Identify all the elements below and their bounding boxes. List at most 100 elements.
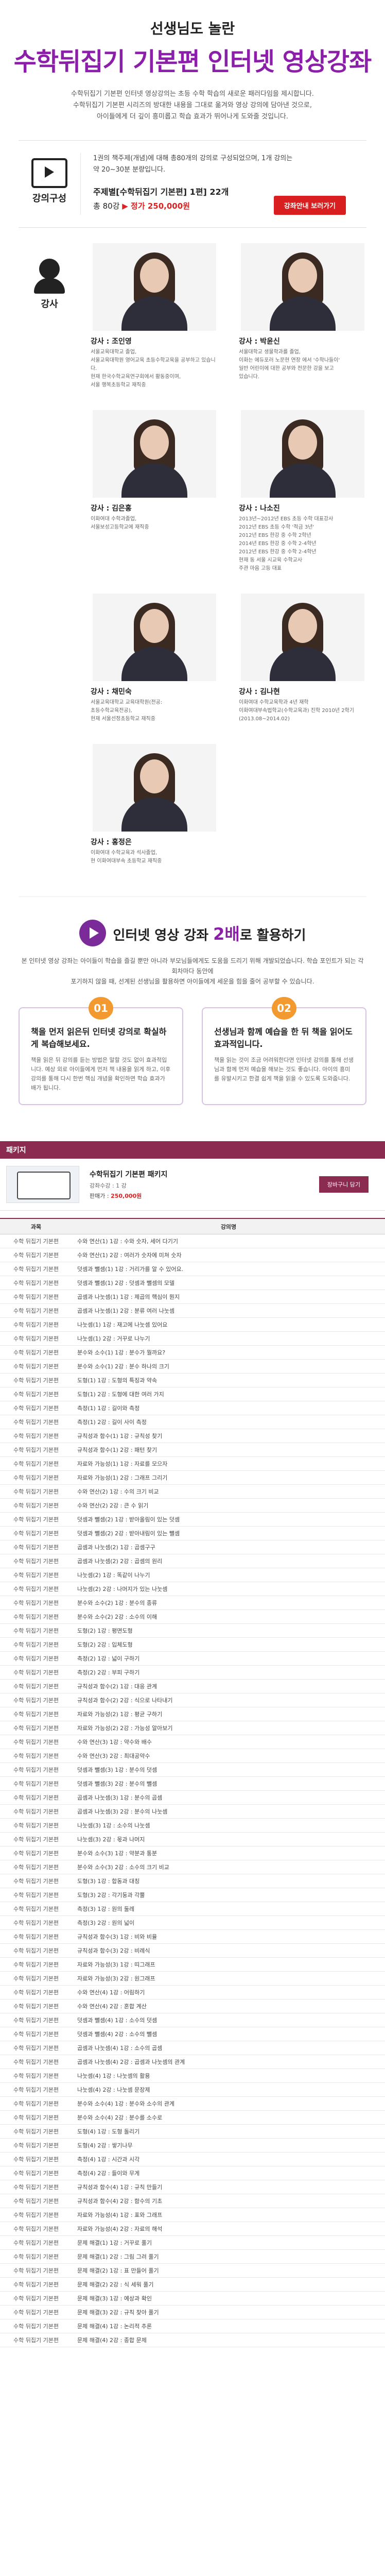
table-row[interactable]: 수학 뒤집기 기본편 측정(3) 1강 : 원의 둘레 [0,1902,385,1916]
table-row[interactable]: 수학 뒤집기 기본편 곱셈과 나눗셈(2) 1강 : 곱셈구구 [0,1540,385,1554]
table-row[interactable]: 수학 뒤집기 기본편 도형(2) 2강 : 입체도형 [0,1637,385,1652]
table-row[interactable]: 수학 뒤집기 기본편 도형(1) 1강 : 도형의 특징과 약속 [0,1373,385,1387]
table-row[interactable]: 수학 뒤집기 기본편 규칙성과 함수(3) 2강 : 비례식 [0,1943,385,1958]
table-row[interactable]: 수학 뒤집기 기본편 수와 연산(3) 2강 : 최대공약수 [0,1749,385,1763]
table-row[interactable]: 수학 뒤집기 기본편 측정(3) 2강 : 원의 넓이 [0,1916,385,1930]
table-row[interactable]: 수학 뒤집기 기본편 자료와 가능성(1) 1강 : 자료를 모으자 [0,1456,385,1471]
table-row[interactable]: 수학 뒤집기 기본편 자료와 가능성(1) 2강 : 그래프 그리기 [0,1470,385,1485]
lecture-subject: 수학 뒤집기 기본편 [0,1916,72,1930]
table-row[interactable]: 수학 뒤집기 기본편 측정(2) 1강 : 넓이 구하기 [0,1651,385,1666]
table-row[interactable]: 수학 뒤집기 기본편 규칙성과 함수(4) 1강 : 규칙 만들기 [0,2180,385,2194]
table-row[interactable]: 수학 뒤집기 기본편 수와 연산(4) 1강 : 어림하기 [0,1985,385,1999]
table-row[interactable]: 수학 뒤집기 기본편 문제 해결(3) 1강 : 예상과 확인 [0,2291,385,2306]
table-row[interactable]: 수학 뒤집기 기본편 도형(4) 2강 : 쌓기나무 [0,2138,385,2153]
table-row[interactable]: 수학 뒤집기 기본편 문제 해결(4) 2강 : 종합 문제 [0,2333,385,2347]
table-row[interactable]: 수학 뒤집기 기본편 나눗셈(1) 2강 : 거꾸로 나누기 [0,1331,385,1346]
table-row[interactable]: 수학 뒤집기 기본편 덧셈과 뺄셈(2) 2강 : 받아내림이 있는 뺄셈 [0,1526,385,1540]
table-row[interactable]: 수학 뒤집기 기본편 곱셈과 나눗셈(4) 1강 : 소수의 곱셈 [0,2041,385,2055]
table-row[interactable]: 수학 뒤집기 기본편 자료와 가능성(2) 2강 : 가능성 알아보기 [0,1721,385,1735]
table-row[interactable]: 수학 뒤집기 기본편 규칙성과 함수(1) 1강 : 규칙성 찾기 [0,1429,385,1443]
table-row[interactable]: 수학 뒤집기 기본편 덧셈과 뺄셈(4) 1강 : 소수의 덧셈 [0,2013,385,2027]
table-row[interactable]: 수학 뒤집기 기본편 규칙성과 함수(4) 2강 : 함수의 기초 [0,2194,385,2208]
table-row[interactable]: 수학 뒤집기 기본편 자료와 가능성(3) 1강 : 띠그래프 [0,1957,385,1972]
table-row[interactable]: 수학 뒤집기 기본편 나눗셈(4) 2강 : 나눗셈 문장제 [0,2082,385,2097]
table-row[interactable]: 수학 뒤집기 기본편 도형(2) 1강 : 평면도형 [0,1623,385,1638]
teacher-bio: 서울교육대학교 교육대학원(전공: 초등수학교육전공), 현재 서울선정초등학교… [91,700,163,722]
table-row[interactable]: 수학 뒤집기 기본편 분수와 소수(2) 1강 : 분수의 종류 [0,1596,385,1610]
table-row[interactable]: 수학 뒤집기 기본편 문제 해결(4) 1강 : 논리적 추론 [0,2319,385,2333]
table-row[interactable]: 수학 뒤집기 기본편 측정(1) 1강 : 길이와 측정 [0,1401,385,1415]
table-row[interactable]: 수학 뒤집기 기본편 덧셈과 뺄셈(3) 1강 : 분수의 덧셈 [0,1762,385,1777]
teacher-bio: 이화여대 수학교육과 석사졸업, 현 이화여대부속 초등학교 재직중 [91,850,162,864]
table-row[interactable]: 수학 뒤집기 기본편 곱셈과 나눗셈(1) 2강 : 분류 여러 나눗셈 [0,1303,385,1318]
table-row[interactable]: 수학 뒤집기 기본편 문제 해결(3) 2강 : 규칙 찾아 풀기 [0,2305,385,2319]
table-row[interactable]: 수학 뒤집기 기본편 덧셈과 뺄셈(2) 1강 : 받아올림이 있는 덧셈 [0,1512,385,1527]
table-row[interactable]: 수학 뒤집기 기본편 자료와 가능성(4) 1강 : 표와 그래프 [0,2208,385,2222]
table-row[interactable]: 수학 뒤집기 기본편 수와 연산(3) 1강 : 약수와 배수 [0,1735,385,1749]
table-row[interactable]: 수학 뒤집기 기본편 수와 연산(1) 1강 : 수와 숫자, 세어 다기기 [0,1234,385,1248]
table-row[interactable]: 수학 뒤집기 기본편 분수와 소수(4) 2강 : 분수를 소수로 [0,2110,385,2125]
table-row[interactable]: 수학 뒤집기 기본편 덧셈과 뺄셈(3) 2강 : 분수의 뺄셈 [0,1776,385,1791]
lecture-subject: 수학 뒤집기 기본편 [0,1929,72,1944]
table-row[interactable]: 수학 뒤집기 기본편 수와 연산(2) 2강 : 큰 수 읽기 [0,1498,385,1513]
table-row[interactable]: 수학 뒤집기 기본편 분수와 소수(1) 2강 : 분수 하나의 크기 [0,1359,385,1374]
table-row[interactable]: 수학 뒤집기 기본편 자료와 가능성(2) 1강 : 평균 구하기 [0,1707,385,1721]
table-row[interactable]: 수학 뒤집기 기본편 문제 해결(1) 2강 : 그림 그려 풀기 [0,2249,385,2264]
lecture-subject: 수학 뒤집기 기본편 [0,2166,72,2180]
table-row[interactable]: 수학 뒤집기 기본편 나눗셈(1) 1강 : 재고에 나눗셈 있어요 [0,1317,385,1332]
table-row[interactable]: 수학 뒤집기 기본편 수와 연산(2) 1강 : 수의 크기 비교 [0,1484,385,1499]
table-row[interactable]: 수학 뒤집기 기본편 덧셈과 뺄셈(1) 2강 : 덧셈과 뺄셈의 모델 [0,1276,385,1290]
teacher-bio: 이화여대 수학과졸업, 서울보성고등학교에 재직중 [91,516,149,530]
table-row[interactable]: 수학 뒤집기 기본편 나눗셈(2) 2강 : 나머지가 있는 나눗셈 [0,1582,385,1596]
table-row[interactable]: 수학 뒤집기 기본편 도형(3) 1강 : 합동과 대칭 [0,1874,385,1888]
table-row[interactable]: 수학 뒤집기 기본편 문제 해결(2) 1강 : 표 만들어 풀기 [0,2263,385,2278]
table-row[interactable]: 수학 뒤집기 기본편 도형(3) 2강 : 각기둥과 각뿔 [0,1888,385,1902]
table-row[interactable]: 수학 뒤집기 기본편 분수와 소수(1) 1강 : 분수가 뭘까요? [0,1345,385,1360]
table-row[interactable]: 수학 뒤집기 기본편 곱셈과 나눗셈(3) 1강 : 분수의 곱셈 [0,1790,385,1805]
lecture-title: 문제 해결(2) 1강 : 표 만들어 풀기 [72,2263,385,2278]
table-row[interactable]: 수학 뒤집기 기본편 곱셈과 나눗셈(1) 1강 : 제곱의 핵심이 뭔지 [0,1290,385,1304]
table-row[interactable]: 수학 뒤집기 기본편 측정(4) 1강 : 시간과 시각 [0,2152,385,2166]
table-row[interactable]: 수학 뒤집기 기본편 곱셈과 나눗셈(3) 2강 : 분수의 나눗셈 [0,1804,385,1819]
lecture-subject: 수학 뒤집기 기본편 [0,1902,72,1916]
teacher-photo-body [121,297,187,331]
table-row[interactable]: 수학 뒤집기 기본편 문제 해결(2) 2강 : 식 세워 풀기 [0,2277,385,2292]
add-to-cart-button[interactable]: 장바구니 담기 [319,1176,369,1193]
lecture-subject: 수학 뒤집기 기본편 [0,2055,72,2069]
table-row[interactable]: 수학 뒤집기 기본편 나눗셈(3) 2강 : 몫과 나머지 [0,1832,385,1846]
lecture-title: 나눗셈(1) 2강 : 거꾸로 나누기 [72,1331,385,1346]
lecture-title: 곱셈과 나눗셈(3) 2강 : 분수의 나눗셈 [72,1804,385,1819]
lecture-title: 문제 해결(2) 2강 : 식 세워 풀기 [72,2277,385,2292]
table-row[interactable]: 수학 뒤집기 기본편 자료와 가능성(3) 2강 : 원그래프 [0,1971,385,1986]
table-row[interactable]: 수학 뒤집기 기본편 문제 해결(1) 1강 : 거꾸로 풀기 [0,2235,385,2250]
table-row[interactable]: 수학 뒤집기 기본편 규칙성과 함수(2) 1강 : 대응 관계 [0,1679,385,1693]
course-guide-button[interactable]: 강좌안내 보러가기 [273,196,346,215]
lecture-title: 문제 해결(3) 2강 : 규칙 찾아 풀기 [72,2305,385,2319]
table-row[interactable]: 수학 뒤집기 기본편 덧셈과 뺄셈(1) 1강 : 거리가를 알 수 있어요. [0,1262,385,1276]
table-row[interactable]: 수학 뒤집기 기본편 도형(1) 2강 : 도형에 대한 여러 가지 [0,1387,385,1401]
table-row[interactable]: 수학 뒤집기 기본편 수와 연산(4) 2강 : 혼합 계산 [0,1999,385,2013]
lecture-subject: 수학 뒤집기 기본편 [0,1860,72,1874]
table-row[interactable]: 수학 뒤집기 기본편 규칙성과 함수(3) 1강 : 비와 비율 [0,1929,385,1944]
table-row[interactable]: 수학 뒤집기 기본편 규칙성과 함수(1) 2강 : 패턴 찾기 [0,1443,385,1457]
table-row[interactable]: 수학 뒤집기 기본편 곱셈과 나눗셈(4) 2강 : 곱셈과 나눗셈의 관계 [0,2055,385,2069]
lecture-title: 분수와 소수(2) 2강 : 소수의 이해 [72,1609,385,1624]
table-row[interactable]: 수학 뒤집기 기본편 측정(4) 2강 : 들이와 무게 [0,2166,385,2180]
table-row[interactable]: 수학 뒤집기 기본편 곱셈과 나눗셈(2) 2강 : 곱셈의 원리 [0,1554,385,1568]
table-row[interactable]: 수학 뒤집기 기본편 분수와 소수(3) 1강 : 약분과 통분 [0,1846,385,1860]
table-row[interactable]: 수학 뒤집기 기본편 나눗셈(3) 1강 : 소수의 나눗셈 [0,1818,385,1833]
table-row[interactable]: 수학 뒤집기 기본편 분수와 소수(2) 2강 : 소수의 이해 [0,1609,385,1624]
table-row[interactable]: 수학 뒤집기 기본편 분수와 소수(4) 1강 : 분수와 소수의 관계 [0,2096,385,2111]
lecture-title: 규칙성과 함수(2) 1강 : 대응 관계 [72,1679,385,1693]
table-row[interactable]: 수학 뒤집기 기본편 측정(2) 2강 : 부피 구하기 [0,1665,385,1680]
table-row[interactable]: 수학 뒤집기 기본편 나눗셈(4) 1강 : 나눗셈의 활용 [0,2069,385,2083]
table-row[interactable]: 수학 뒤집기 기본편 덧셈과 뺄셈(4) 2강 : 소수의 뺄셈 [0,2027,385,2041]
table-row[interactable]: 수학 뒤집기 기본편 자료와 가능성(4) 2강 : 자료의 해석 [0,2222,385,2236]
lecture-subject: 수학 뒤집기 기본편 [0,1276,72,1290]
table-row[interactable]: 수학 뒤집기 기본편 측정(1) 2강 : 길이 사이 측정 [0,1415,385,1429]
table-row[interactable]: 수학 뒤집기 기본편 분수와 소수(3) 2강 : 소수의 크기 비교 [0,1860,385,1874]
table-row[interactable]: 수학 뒤집기 기본편 규칙성과 함수(2) 2강 : 식으로 나타내기 [0,1693,385,1707]
table-row[interactable]: 수학 뒤집기 기본편 나눗셈(2) 1강 : 똑같이 나누기 [0,1568,385,1582]
table-row[interactable]: 수학 뒤집기 기본편 도형(4) 1강 : 도형 돌리기 [0,2124,385,2139]
table-row[interactable]: 수학 뒤집기 기본편 수와 연산(1) 2강 : 여러가 숫자에 미쳐 숫자 [0,1248,385,1262]
